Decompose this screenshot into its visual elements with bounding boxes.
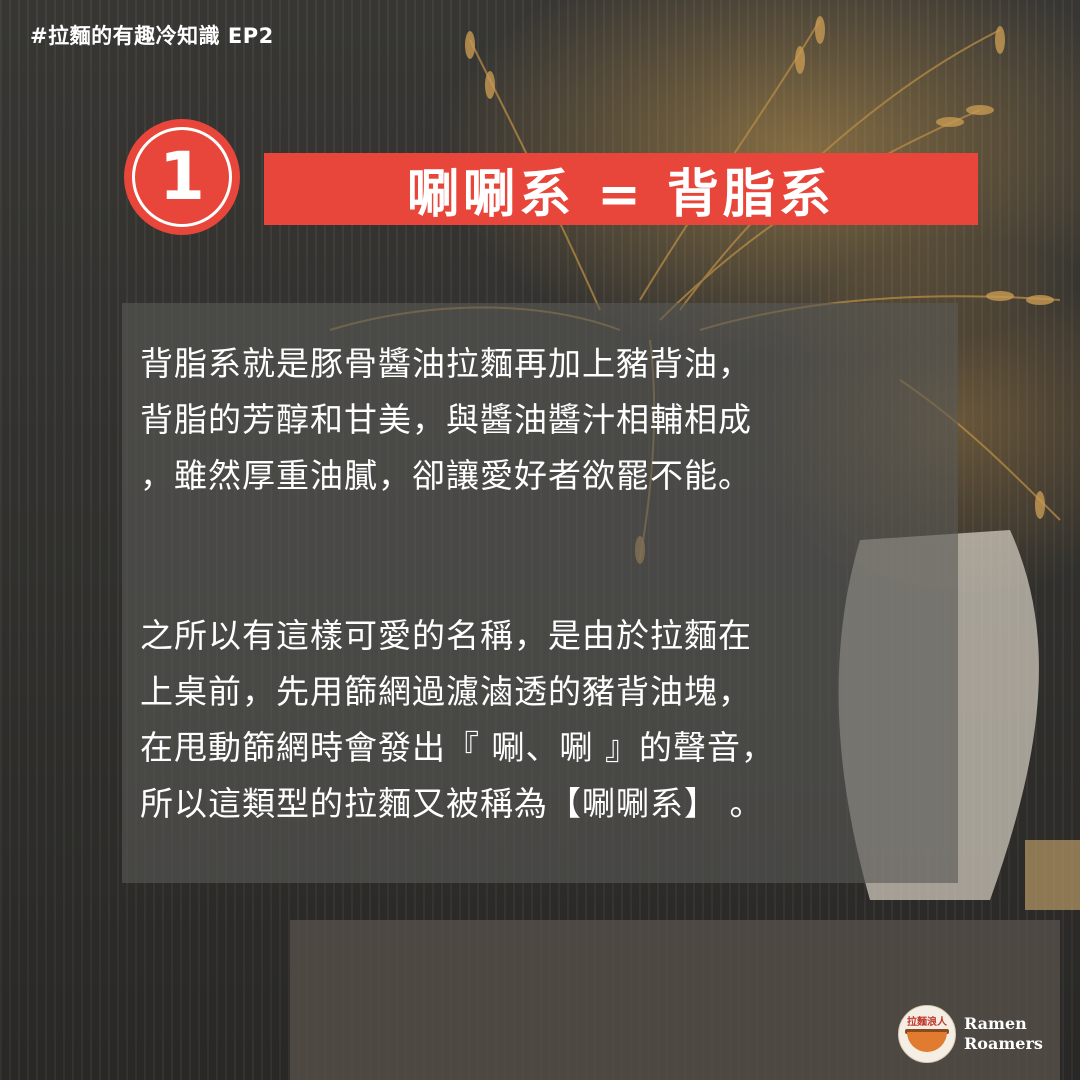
paragraph-1-line-3: ，雖然厚重油膩，卻讓愛好者欲罷不能。 <box>140 456 752 495</box>
paragraph-1: 背脂系就是豚骨醬油拉麵再加上豬背油， 背脂的芳醇和甘美，與醬油醬汁相輔相成 ，雖… <box>140 336 752 504</box>
hashtag-header: #拉麵的有趣冷知識 EP2 <box>30 24 274 48</box>
paragraph-2-line-3: 在甩動篩網時會發出『 唰、唰 』的聲音， <box>140 728 775 767</box>
title-bar: 唰唰系 = 背脂系 <box>264 153 978 225</box>
number-badge-ring: 1 <box>132 127 232 227</box>
paragraph-1-line-2: 背脂的芳醇和甘美，與醬油醬汁相輔相成 <box>140 400 752 439</box>
logo-word-1: Ramen <box>964 1014 1027 1033</box>
number-badge-text: 1 <box>159 138 205 215</box>
logo-wordmark: Ramen Roamers <box>964 1014 1043 1054</box>
paragraph-2-line-1: 之所以有這樣可愛的名稱，是由於拉麵在 <box>140 616 752 655</box>
ramen-roamers-logo: 拉麵浪人 Ramen Roamers <box>898 1004 1043 1064</box>
paragraph-2-line-2: 上桌前，先用篩網過濾滷透的豬背油塊， <box>140 672 752 711</box>
paragraph-1-line-1: 背脂系就是豚骨醬油拉麵再加上豬背油， <box>140 344 752 383</box>
paragraph-2-line-4: 所以這類型的拉麵又被稱為【唰唰系】 。 <box>140 784 764 823</box>
paragraph-2: 之所以有這樣可愛的名稱，是由於拉麵在 上桌前，先用篩網過濾滷透的豬背油塊， 在甩… <box>140 608 775 832</box>
number-badge: 1 <box>124 119 240 235</box>
ramen-bowl-logo-icon: 拉麵浪人 <box>898 1005 956 1063</box>
bowl-shape <box>907 1032 947 1052</box>
logo-mark-text: 拉麵浪人 <box>907 1017 947 1028</box>
title-text: 唰唰系 = 背脂系 <box>407 164 835 225</box>
logo-word-2: Roamers <box>964 1034 1043 1053</box>
